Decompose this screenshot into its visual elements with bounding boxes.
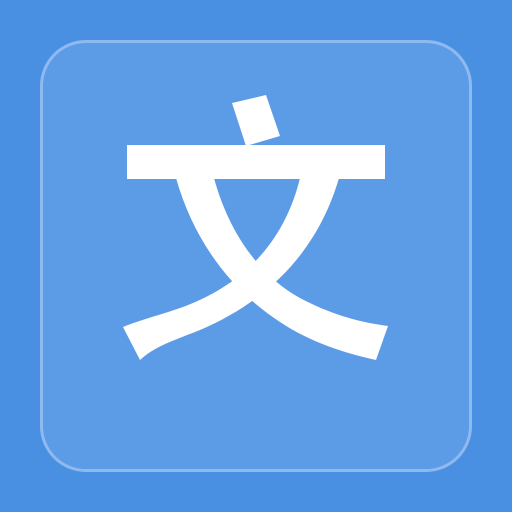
- glyph-horizontal-stroke: [127, 145, 385, 179]
- app-icon: [0, 0, 512, 512]
- translate-glyph-icon: [123, 95, 388, 360]
- glyph-dot-stroke: [232, 95, 280, 146]
